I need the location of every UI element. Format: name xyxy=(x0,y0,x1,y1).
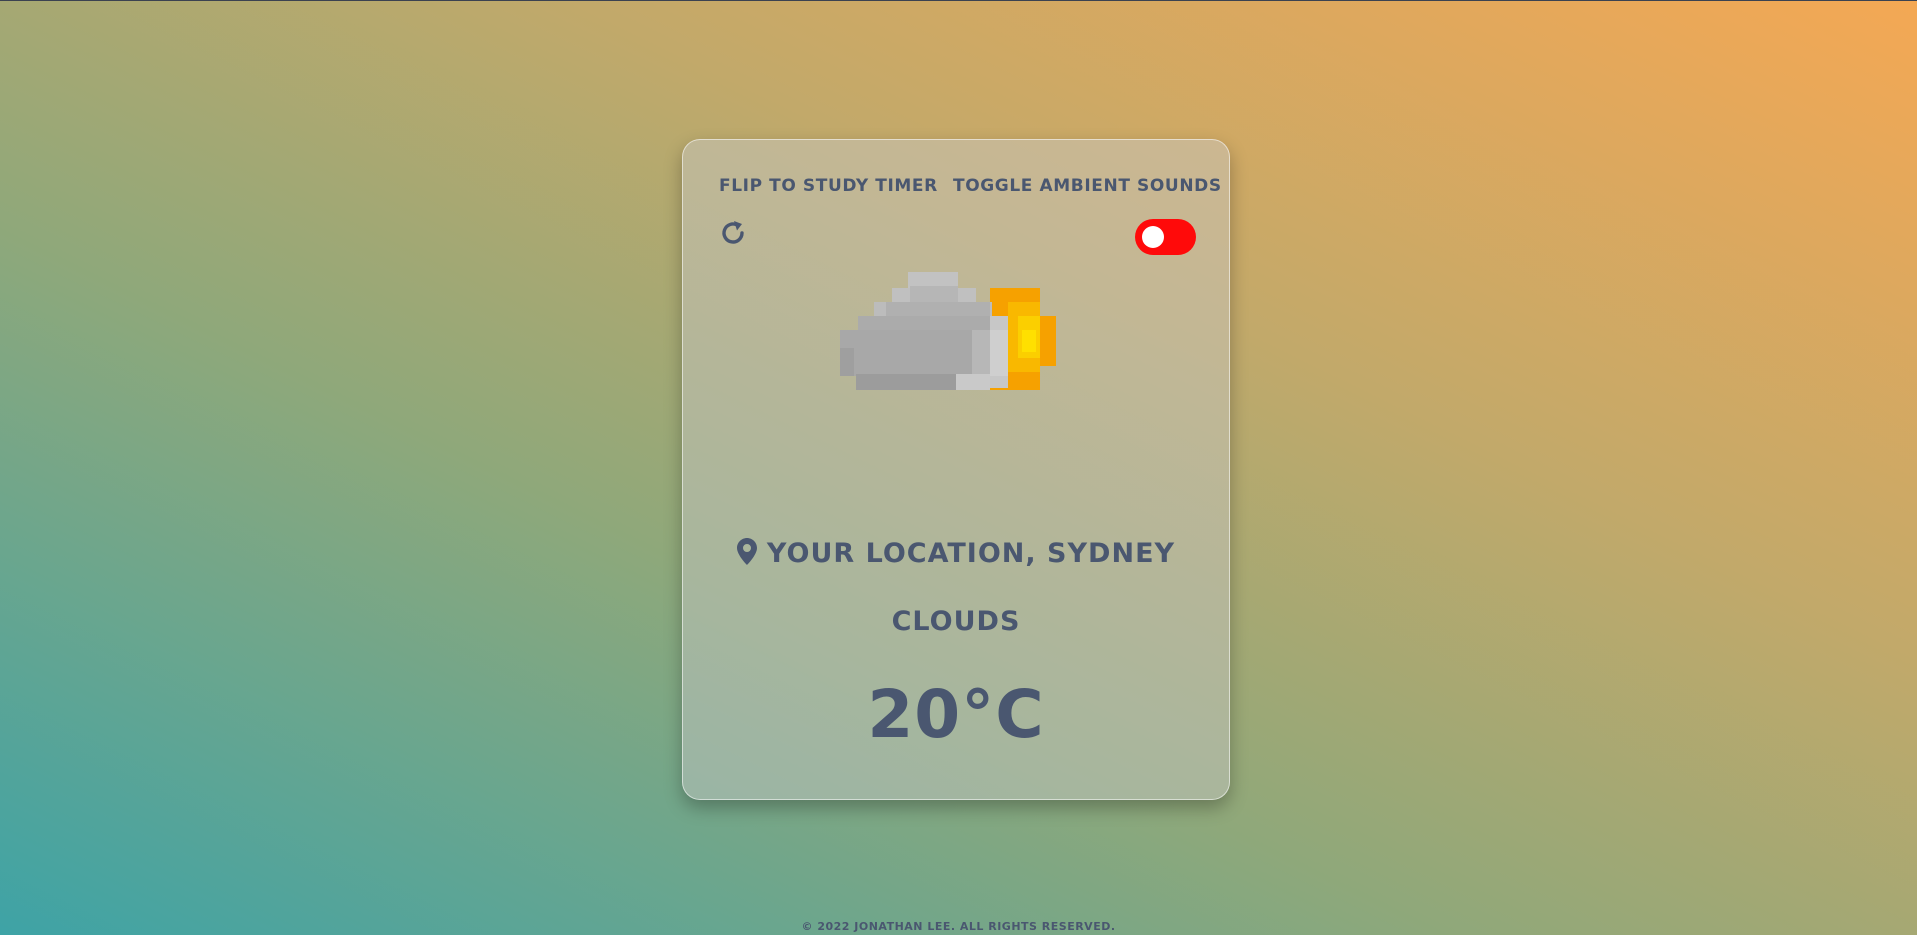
temperature-readout: 20°C xyxy=(867,676,1045,753)
cloud-sun-icon xyxy=(822,268,1075,404)
weather-condition: Clouds xyxy=(891,606,1021,637)
flip-to-study-timer-link[interactable]: Flip to Study Timer xyxy=(719,176,938,196)
location-row: Your Location, Sydney xyxy=(682,538,1230,572)
map-pin-icon xyxy=(736,538,757,572)
toggle-knob xyxy=(1142,226,1164,248)
location-label: Your Location, Sydney xyxy=(766,538,1176,569)
toggle-ambient-sounds-link[interactable]: Toggle Ambient Sounds xyxy=(953,176,1222,196)
top-border xyxy=(0,0,1917,1)
refresh-icon[interactable] xyxy=(718,218,748,248)
ambient-sounds-toggle[interactable] xyxy=(1135,219,1196,255)
footer-copyright: © 2022 Jonathan Lee. All rights reserved… xyxy=(801,920,1116,933)
